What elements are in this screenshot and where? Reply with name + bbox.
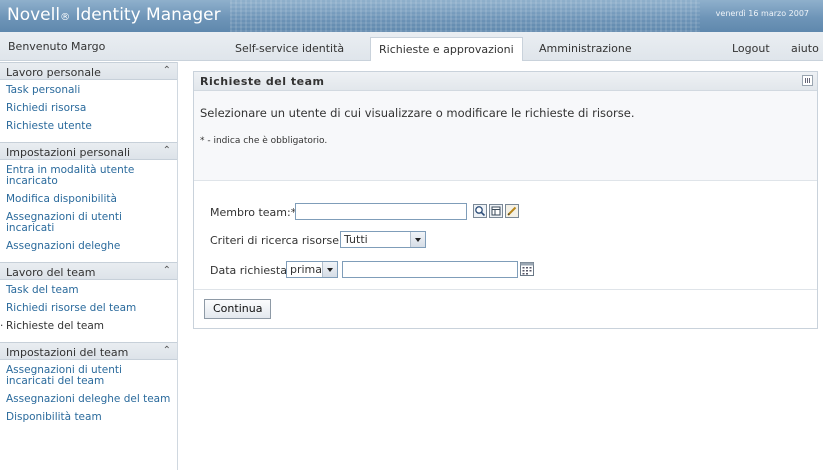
required-note: * - indica che è obbligatorio.	[200, 136, 328, 146]
team-requests-panel: Richieste del team Selezionare un utente…	[193, 71, 818, 329]
collapse-icon[interactable]: ⌃	[163, 265, 171, 276]
current-date: venerdì 16 marzo 2007	[715, 9, 809, 18]
sidebar-item-request-resource[interactable]: Richiedi risorsa	[0, 100, 177, 118]
search-icon[interactable]	[473, 204, 487, 218]
tab-self-service[interactable]: Self-service identità	[235, 42, 344, 55]
collapse-icon[interactable]: ⌃	[163, 345, 171, 356]
panel-description: Selezionare un utente di cui visualizzar…	[200, 106, 635, 120]
logout-link[interactable]: Logout	[732, 42, 770, 55]
sidebar-item-team-proxy-assignments[interactable]: Assegnazioni di utenti incaricati del te…	[0, 362, 177, 391]
panel-header: Richieste del team	[194, 72, 817, 91]
tab-administration[interactable]: Amministrazione	[539, 42, 632, 55]
sidebar-item-team-tasks[interactable]: Task del team	[0, 282, 177, 300]
sidebar-group-title: Lavoro personale	[6, 66, 101, 79]
chevron-down-icon[interactable]	[410, 232, 425, 247]
sidebar-list: Assegnazioni di utenti incaricati del te…	[0, 360, 177, 433]
sidebar-item-delegate-assignments[interactable]: Assegnazioni deleghe	[0, 238, 177, 256]
header-banner: Novell® Identity Manager venerdì 16 marz…	[0, 0, 823, 32]
sidebar-list: Task personali Richiedi risorsa Richiest…	[0, 80, 177, 142]
date-operator-select[interactable]: prima	[286, 261, 338, 278]
sidebar-item-team-delegate-assignments[interactable]: Assegnazioni deleghe del team	[0, 391, 177, 409]
sidebar-list: Entra in modalità utente incaricato Modi…	[0, 160, 177, 262]
collapse-icon[interactable]: ⌃	[163, 65, 171, 76]
sidebar-item-team-requests[interactable]: Richieste del team	[0, 318, 177, 336]
welcome-text: Benvenuto Margo	[8, 40, 106, 53]
brand-product: Identity Manager	[70, 5, 221, 25]
sidebar-item-user-requests[interactable]: Richieste utente	[0, 118, 177, 136]
sidebar-item-team-availability[interactable]: Disponibilità team	[0, 409, 177, 427]
brand-name: Novell	[7, 5, 61, 25]
search-criteria-select[interactable]: Tutti	[340, 231, 426, 248]
sidebar-item-proxy-mode[interactable]: Entra in modalità utente incaricato	[0, 162, 177, 191]
team-member-label: Membro team:*	[210, 206, 297, 219]
history-icon[interactable]	[489, 204, 503, 218]
team-member-input[interactable]	[295, 203, 467, 220]
sidebar-item-team-request-resources[interactable]: Richiedi risorse del team	[0, 300, 177, 318]
sidebar-item-edit-availability[interactable]: Modifica disponibilità	[0, 191, 177, 209]
brand-reg: ®	[60, 12, 71, 23]
tab-requests-approvals[interactable]: Richieste e approvazioni	[370, 37, 523, 61]
sidebar-group-personal-work[interactable]: Lavoro personale ⌃	[0, 62, 177, 80]
collapse-icon[interactable]: ⌃	[163, 145, 171, 156]
sidebar-group-team-work[interactable]: Lavoro del team ⌃	[0, 262, 177, 280]
brand-logo: Novell® Identity Manager	[7, 5, 221, 25]
panel-menu-icon[interactable]	[802, 75, 813, 86]
sidebar-list: Task del team Richiedi risorse del team …	[0, 280, 177, 342]
form-divider	[194, 289, 817, 290]
request-date-label: Data richiesta:	[210, 264, 291, 277]
help-link[interactable]: aiuto	[791, 42, 819, 55]
calendar-icon[interactable]	[520, 262, 534, 276]
sidebar: Lavoro personale ⌃ Task personali Richie…	[0, 62, 178, 470]
sidebar-group-personal-settings[interactable]: Impostazioni personali ⌃	[0, 142, 177, 160]
sidebar-group-title: Impostazioni del team	[6, 346, 129, 359]
search-criteria-label: Criteri di ricerca risorse:	[210, 234, 343, 247]
continue-button[interactable]: Continua	[204, 299, 272, 319]
sidebar-item-personal-tasks[interactable]: Task personali	[0, 82, 177, 100]
panel-title: Richieste del team	[200, 75, 325, 88]
banner-pattern	[230, 0, 700, 32]
edit-icon[interactable]	[505, 204, 519, 218]
search-criteria-value: Tutti	[344, 233, 368, 246]
tab-bar: Benvenuto Margo Self-service identità Ri…	[0, 32, 823, 61]
date-operator-value: prima	[290, 263, 323, 276]
sidebar-group-title: Impostazioni personali	[6, 146, 131, 159]
sidebar-group-team-settings[interactable]: Impostazioni del team ⌃	[0, 342, 177, 360]
sidebar-item-proxy-assignments[interactable]: Assegnazioni di utenti incaricati	[0, 209, 177, 238]
request-date-input[interactable]	[342, 261, 518, 278]
chevron-down-icon[interactable]	[322, 262, 337, 277]
sidebar-group-title: Lavoro del team	[6, 266, 96, 279]
